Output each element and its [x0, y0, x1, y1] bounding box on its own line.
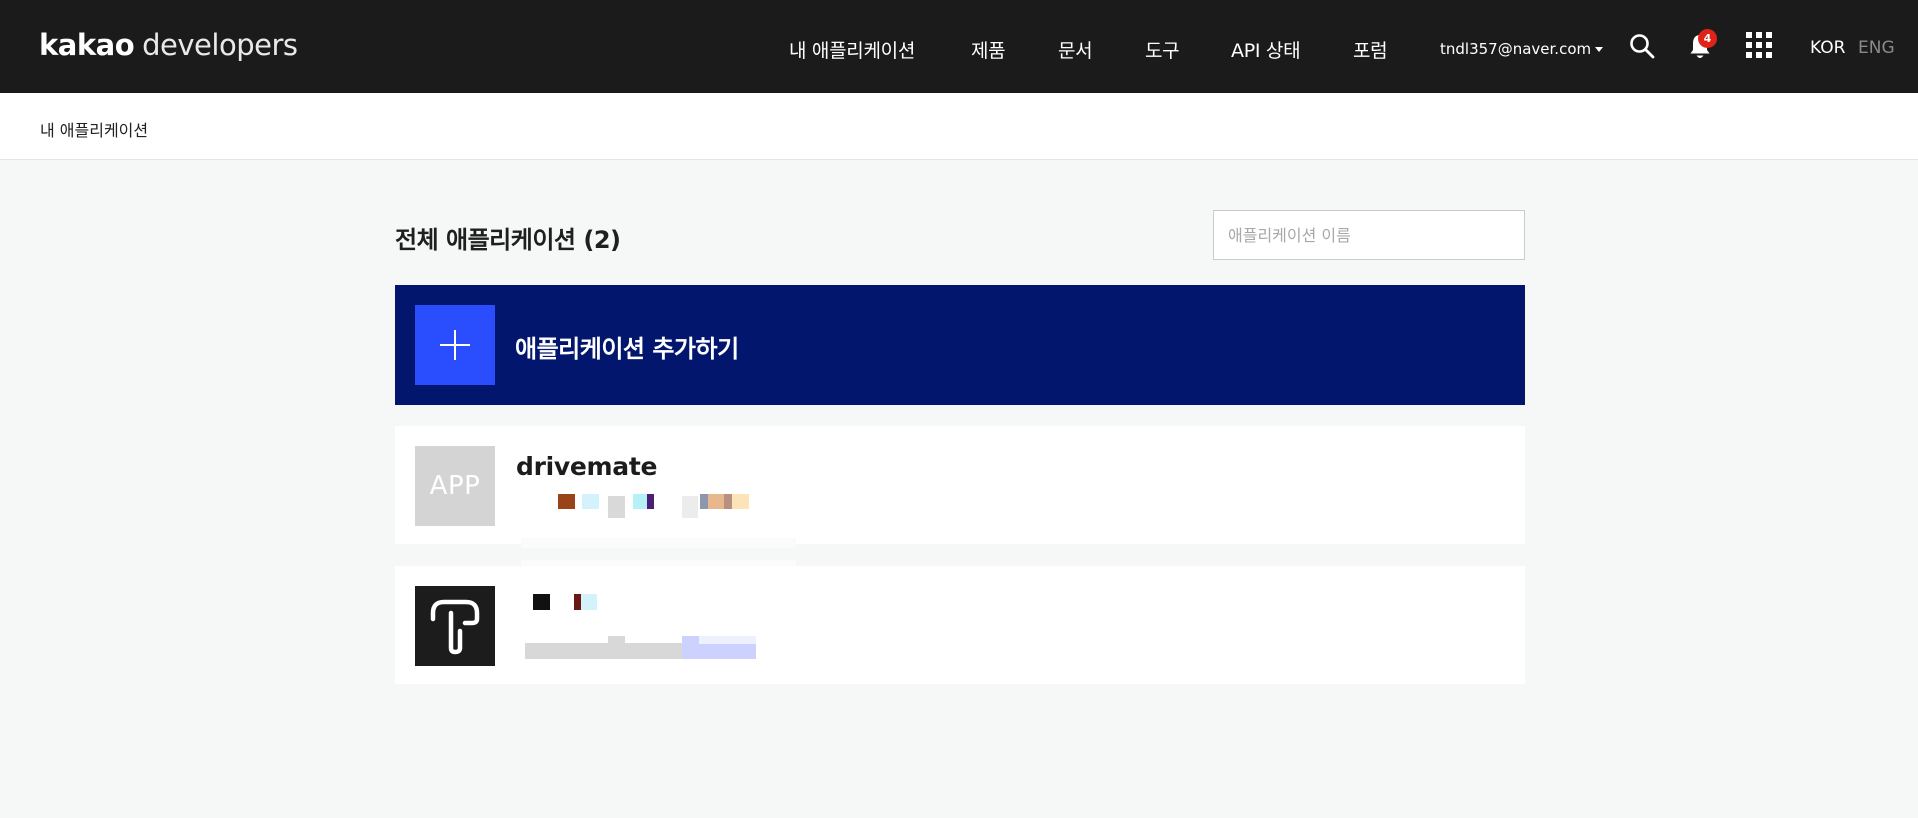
app-search-box[interactable]: [1213, 210, 1525, 260]
app-search-input[interactable]: [1214, 211, 1524, 259]
app-card-t[interactable]: [395, 560, 1525, 684]
logo-brand: kakao: [39, 28, 135, 62]
account-menu[interactable]: tndl357@naver.com: [1440, 40, 1604, 58]
app-name: drivemate: [516, 452, 658, 481]
add-application-label: 애플리케이션 추가하기: [515, 335, 739, 363]
kakao-developers-logo[interactable]: kakao developers: [39, 28, 298, 62]
add-application-button[interactable]: 애플리케이션 추가하기: [395, 285, 1525, 405]
apps-grid-icon[interactable]: [1746, 32, 1772, 58]
nav-forum[interactable]: 포럼: [1353, 36, 1388, 63]
breadcrumb: 내 애플리케이션: [40, 121, 149, 140]
logo-product: developers: [142, 28, 298, 62]
nav-products[interactable]: 제품: [971, 36, 1006, 63]
app-default-thumbnail: APP: [415, 446, 495, 526]
breadcrumb-bar: 내 애플리케이션: [0, 93, 1918, 160]
top-navigation-bar: kakao developers 내 애플리케이션 제품 문서 도구 API 상태…: [0, 0, 1918, 93]
app-card-drivemate[interactable]: APP drivemate: [395, 426, 1525, 548]
nav-tools[interactable]: 도구: [1145, 36, 1180, 63]
nav-docs[interactable]: 문서: [1058, 36, 1093, 63]
language-eng[interactable]: ENG: [1858, 38, 1895, 58]
account-email: tndl357@naver.com: [1440, 40, 1592, 58]
nav-my-applications[interactable]: 내 애플리케이션: [789, 36, 915, 63]
language-kor[interactable]: KOR: [1810, 38, 1845, 58]
page-title: 전체 애플리케이션 (2): [395, 226, 621, 254]
nav-api-status[interactable]: API 상태: [1231, 36, 1301, 63]
notification-badge: 4: [1698, 29, 1717, 48]
search-icon[interactable]: [1629, 33, 1655, 59]
caret-down-icon: [1595, 47, 1604, 52]
plus-icon: [415, 305, 495, 385]
t-logo-icon: [415, 586, 495, 666]
